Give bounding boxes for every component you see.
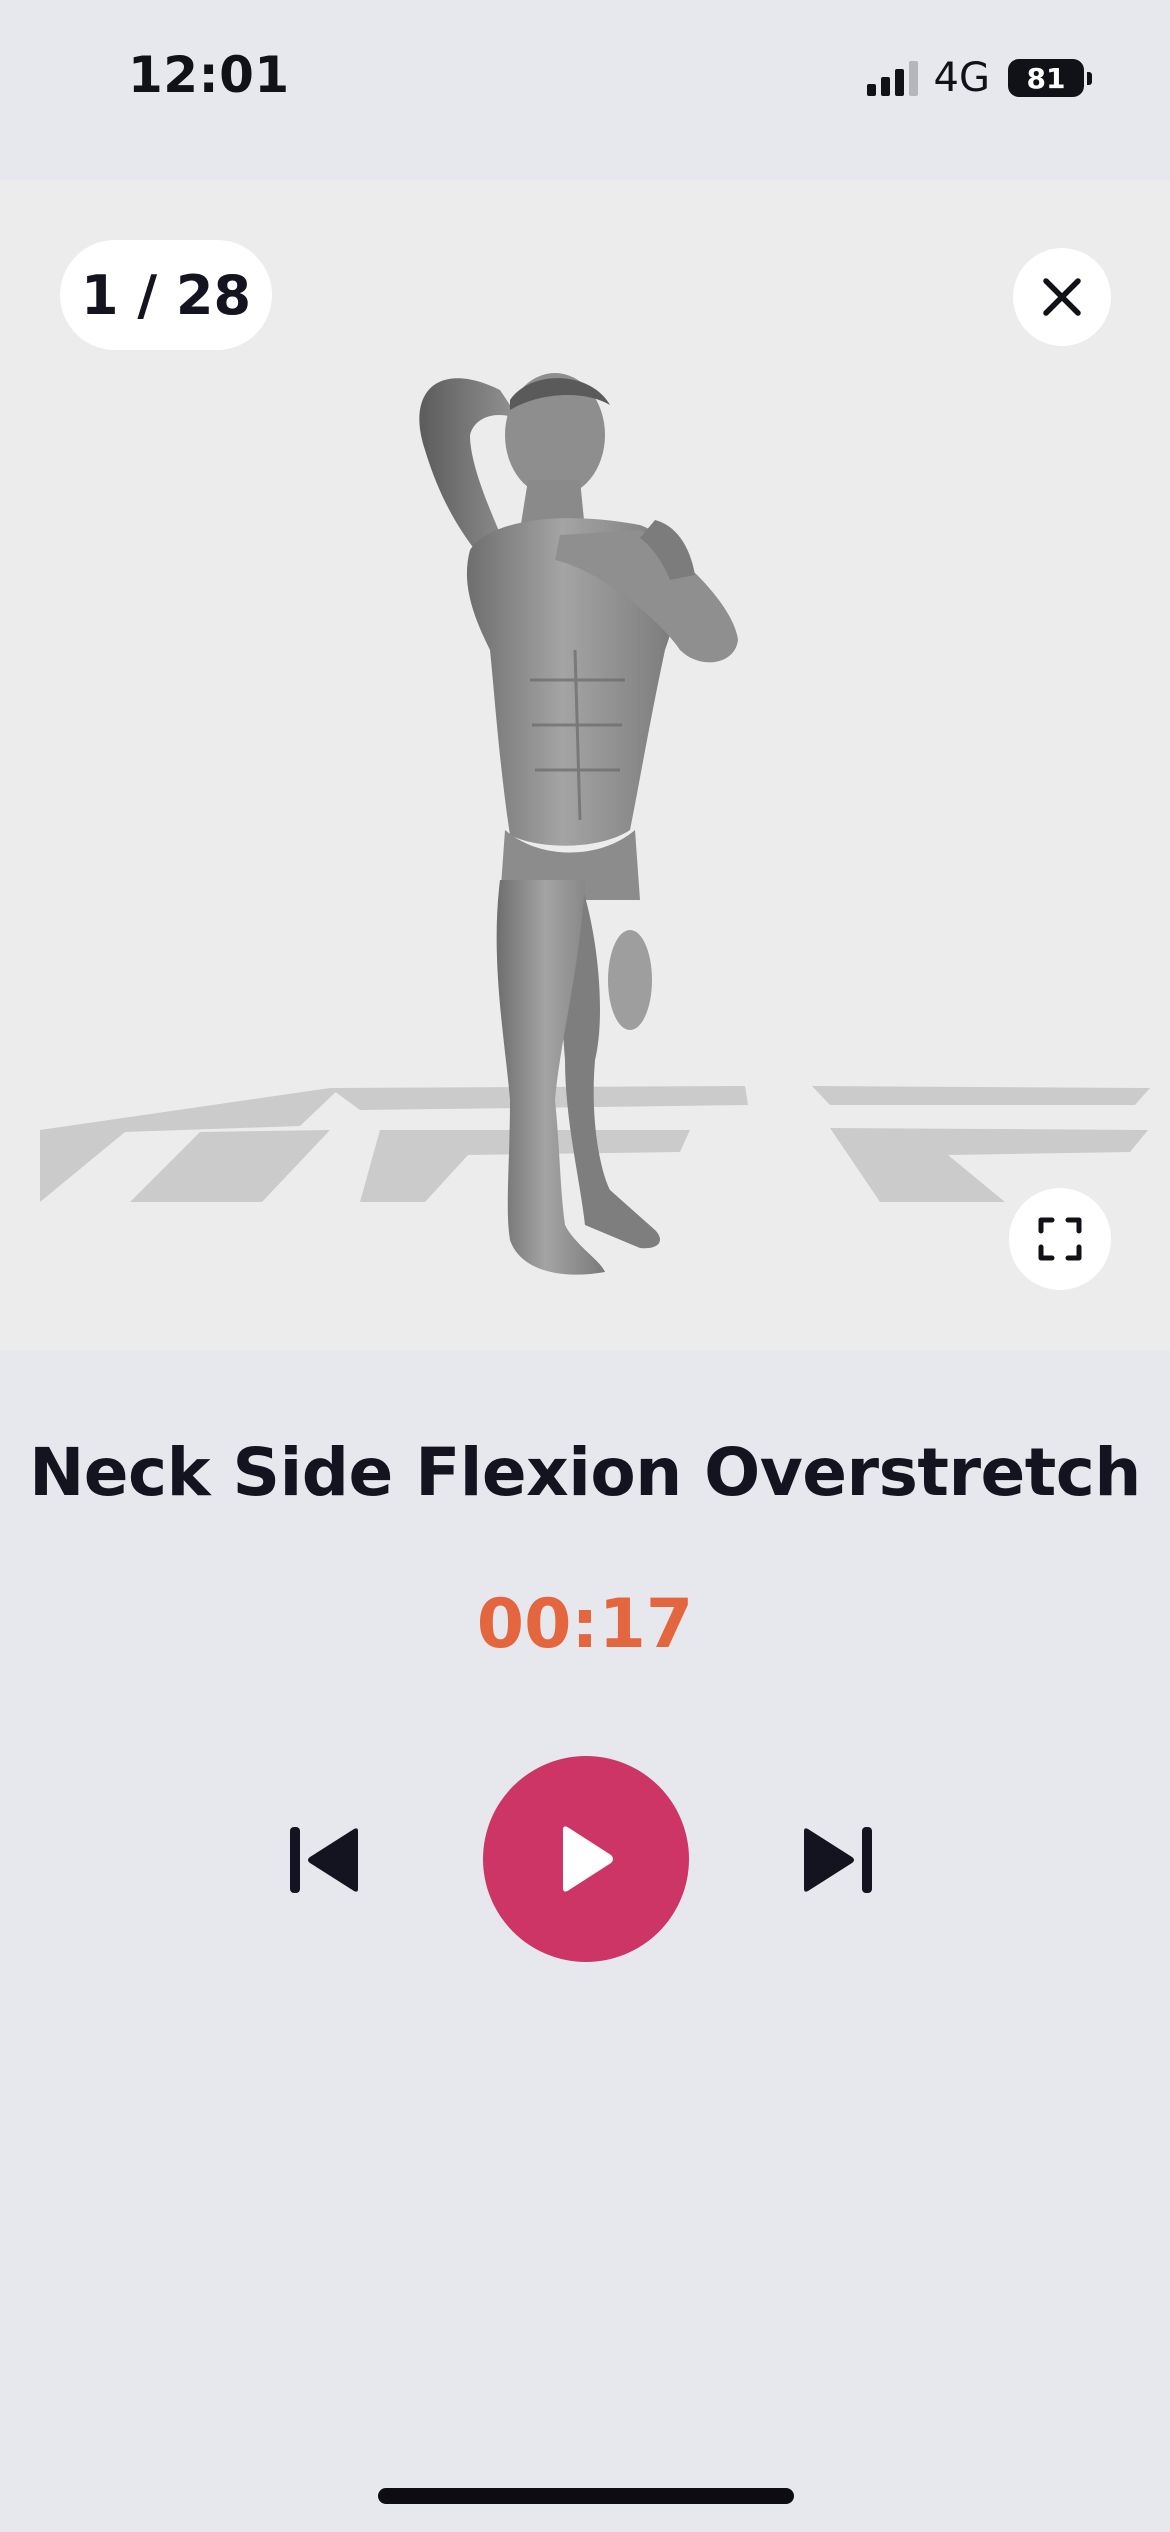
exercise-title: Neck Side Flexion Overstretch	[29, 1434, 1141, 1511]
battery-cap	[1087, 71, 1092, 85]
previous-exercise-button[interactable]	[270, 1804, 382, 1916]
skip-next-icon	[804, 1827, 872, 1893]
close-icon	[1043, 278, 1081, 316]
player-controls	[0, 1756, 1170, 1962]
skip-previous-icon	[290, 1827, 358, 1893]
status-indicators: 4G 81	[866, 55, 1092, 101]
next-exercise-button[interactable]	[780, 1804, 892, 1916]
battery-icon: 81	[1008, 59, 1084, 97]
status-bar: 12:01 4G 81	[0, 0, 1170, 180]
status-time: 12:01	[128, 46, 290, 104]
fullscreen-icon	[1038, 1217, 1082, 1261]
play-icon	[563, 1826, 613, 1892]
close-button[interactable]	[1013, 248, 1111, 346]
network-type: 4G	[933, 55, 990, 101]
exercise-counter: 1 / 28	[60, 240, 272, 350]
battery-level: 81	[1026, 61, 1066, 95]
fullscreen-button[interactable]	[1009, 1188, 1111, 1290]
cellular-signal-icon	[866, 60, 918, 96]
exercise-figure-illustration	[419, 373, 738, 1275]
play-button[interactable]	[483, 1756, 689, 1962]
exercise-timer: 00:17	[476, 1585, 694, 1664]
exercise-media: 1 / 28	[0, 180, 1170, 1350]
home-indicator[interactable]	[378, 2488, 794, 2504]
